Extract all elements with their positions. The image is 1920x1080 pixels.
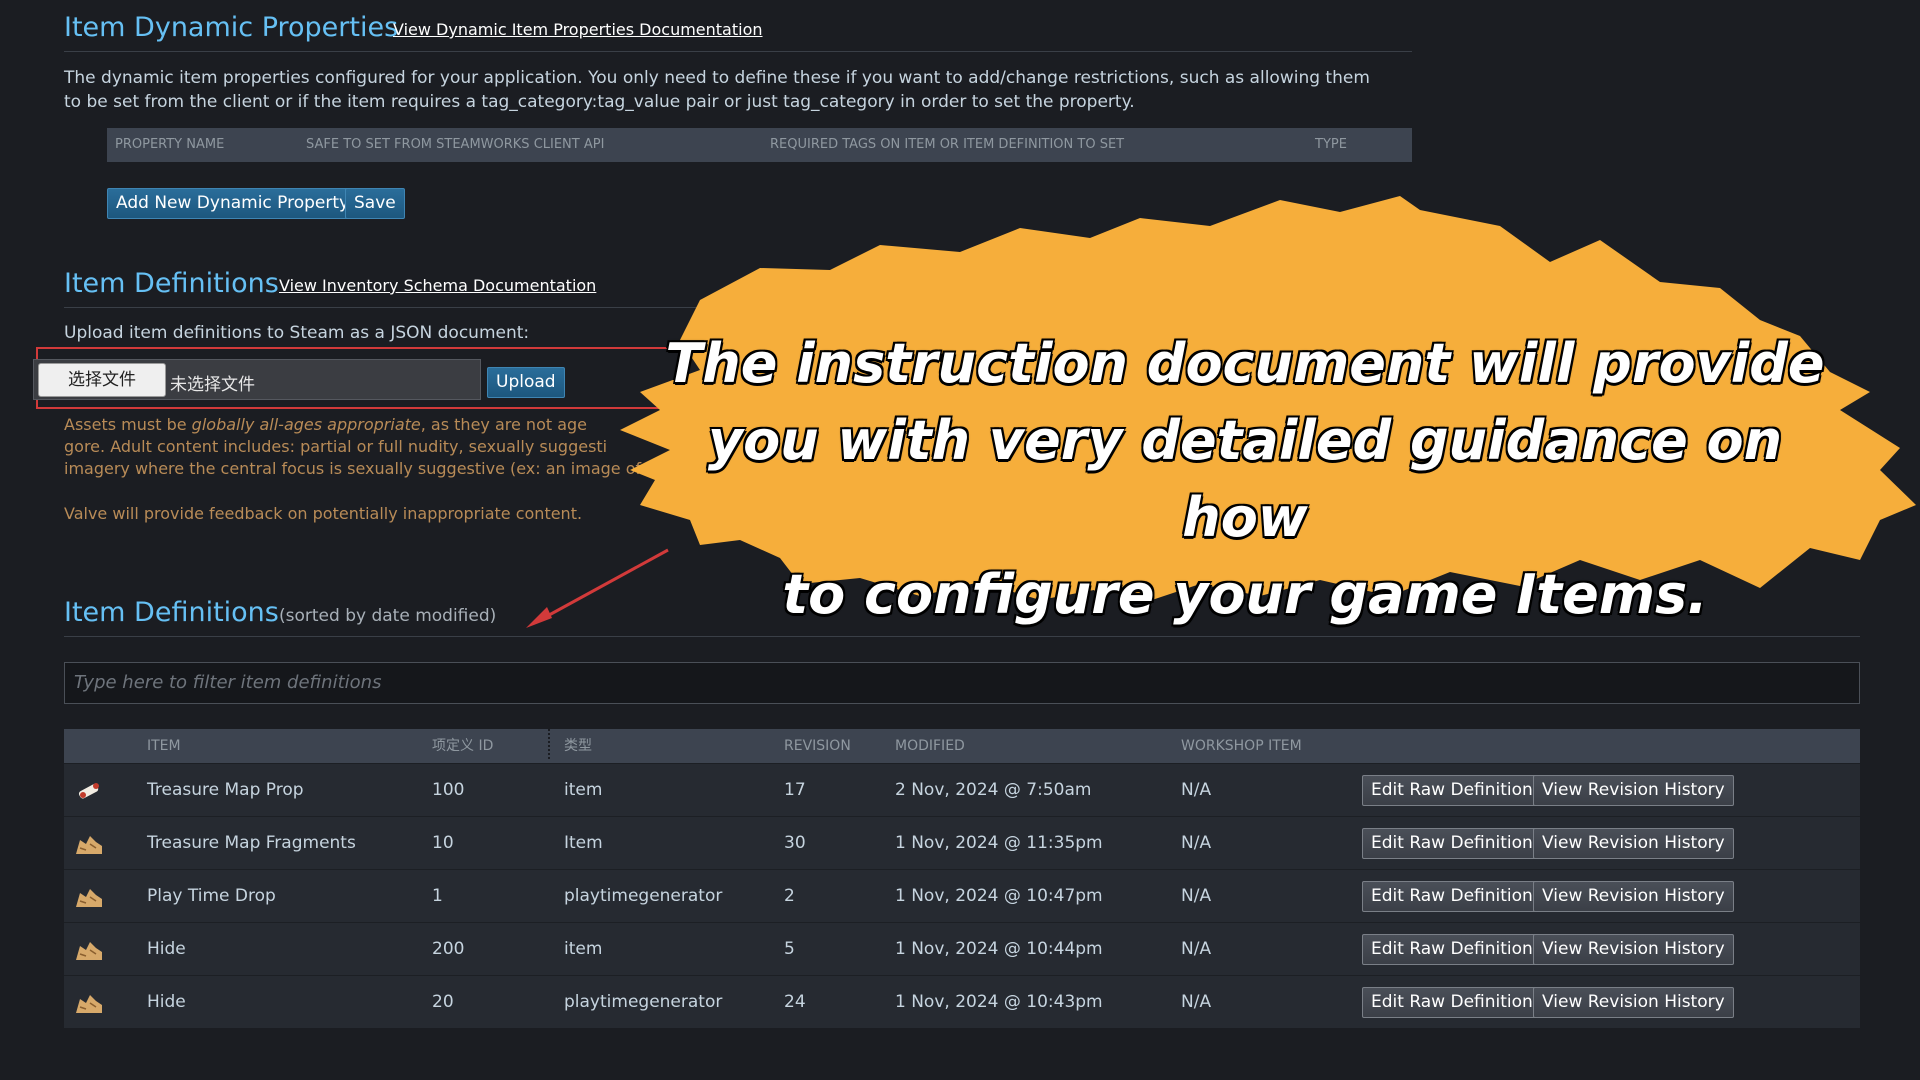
item-type: item [564,939,603,959]
item-modified: 1 Nov, 2024 @ 11:35pm [895,833,1103,853]
item-name: Play Time Drop [147,886,276,906]
callout-text: The instruction document will provide yo… [640,325,1850,633]
edit-raw-definition-button[interactable]: Edit Raw Definition [1362,881,1542,912]
red-arrow-head-icon [526,607,552,628]
item-modified: 1 Nov, 2024 @ 10:44pm [895,939,1103,959]
item-id: 200 [432,939,465,959]
edit-raw-definition-button[interactable]: Edit Raw Definition [1362,987,1542,1018]
table-row: Hide 200 item 5 1 Nov, 2024 @ 10:44pm N/… [64,922,1860,975]
item-workshop: N/A [1181,886,1212,906]
column-resize-handle[interactable] [548,729,554,759]
sort-note: (sorted by date modified) [279,606,497,626]
item-revision: 17 [784,780,806,800]
map-fragments-icon [76,836,102,854]
item-name: Treasure Map Prop [147,780,304,800]
table-row: Treasure Map Fragments 10 Item 30 1 Nov,… [64,816,1860,869]
edit-raw-definition-button[interactable]: Edit Raw Definition [1362,775,1542,806]
edit-raw-definition-button[interactable]: Edit Raw Definition [1362,828,1542,859]
item-revision: 24 [784,992,806,1012]
item-workshop: N/A [1181,939,1212,959]
item-name: Hide [147,992,186,1012]
view-revision-history-button[interactable]: View Revision History [1533,987,1734,1018]
view-revision-history-button[interactable]: View Revision History [1533,881,1734,912]
callout-line: to configure your game Items. [782,563,1708,626]
column-header-type[interactable]: 类型 [564,729,592,763]
item-name: Hide [147,939,186,959]
table-header: ITEM 项定义 ID 类型 REVISION MODIFIED WORKSHO… [64,729,1860,763]
item-id: 10 [432,833,454,853]
item-revision: 30 [784,833,806,853]
item-modified: 1 Nov, 2024 @ 10:43pm [895,992,1103,1012]
item-workshop: N/A [1181,992,1212,1012]
view-revision-history-button[interactable]: View Revision History [1533,828,1734,859]
callout-line: The instruction document will provide [665,332,1825,395]
item-revision: 5 [784,939,795,959]
item-id: 1 [432,886,443,906]
filter-input[interactable]: Type here to filter item definitions [64,662,1860,704]
item-type: playtimegenerator [564,886,723,906]
callout-line: you with very detailed guidance on how [707,409,1783,549]
view-revision-history-button[interactable]: View Revision History [1533,934,1734,965]
view-revision-history-button[interactable]: View Revision History [1533,775,1734,806]
item-definitions-table: ITEM 项定义 ID 类型 REVISION MODIFIED WORKSHO… [64,729,1860,1028]
item-type: item [564,780,603,800]
edit-raw-definition-button[interactable]: Edit Raw Definition [1362,934,1542,965]
column-header-id[interactable]: 项定义 ID [432,729,493,763]
map-fragments-icon [76,889,102,907]
table-row: Treasure Map Prop 100 item 17 2 Nov, 202… [64,763,1860,816]
column-header-item[interactable]: ITEM [147,729,181,763]
item-id: 20 [432,992,454,1012]
table-row: Hide 20 playtimegenerator 24 1 Nov, 2024… [64,975,1860,1028]
column-header-modified[interactable]: MODIFIED [895,729,965,763]
item-definitions-list-title: Item Definitions [64,597,279,628]
item-type: Item [564,833,603,853]
item-type: playtimegenerator [564,992,723,1012]
map-fragments-icon [76,942,102,960]
item-modified: 2 Nov, 2024 @ 7:50am [895,780,1092,800]
item-modified: 1 Nov, 2024 @ 10:47pm [895,886,1103,906]
column-header-revision[interactable]: REVISION [784,729,851,763]
table-row: Play Time Drop 1 playtimegenerator 2 1 N… [64,869,1860,922]
item-name: Treasure Map Fragments [147,833,356,853]
map-scroll-icon [78,783,99,799]
map-fragments-icon [76,995,102,1013]
item-revision: 2 [784,886,795,906]
item-workshop: N/A [1181,833,1212,853]
item-workshop: N/A [1181,780,1212,800]
column-header-workshop-item[interactable]: WORKSHOP ITEM [1181,729,1302,763]
item-id: 100 [432,780,465,800]
divider [64,636,1860,637]
